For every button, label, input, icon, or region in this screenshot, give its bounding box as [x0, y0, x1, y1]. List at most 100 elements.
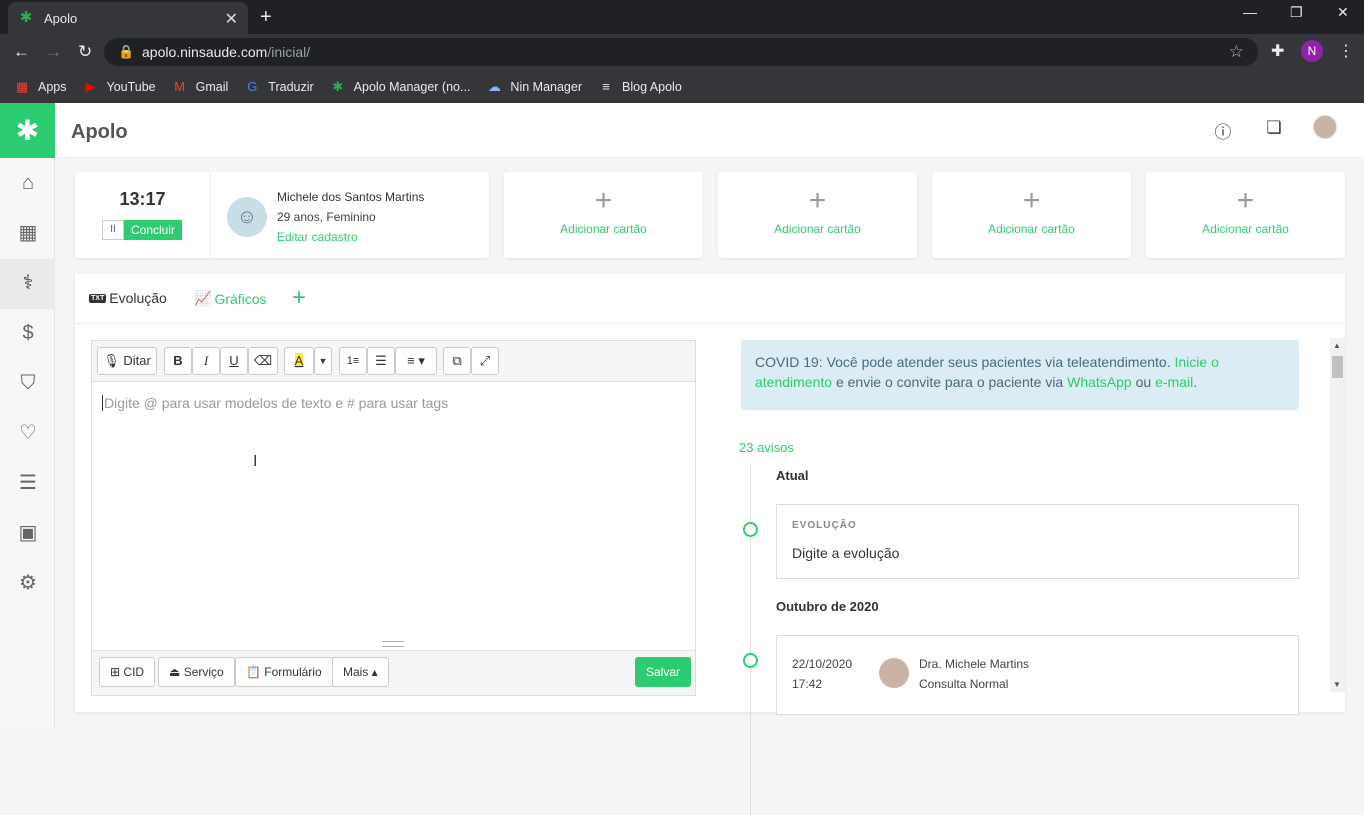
app-brand: Apolo — [71, 121, 128, 143]
eraser-icon[interactable]: ⌫ — [248, 347, 278, 375]
minimize-icon[interactable]: — — [1243, 4, 1257, 20]
extensions-icon[interactable]: ✚ — [1271, 41, 1284, 61]
consult-type: Consulta Normal — [919, 677, 1009, 691]
align-dropdown-icon[interactable]: ≡ ▾ — [395, 347, 437, 375]
template-icon[interactable]: ⧉ — [443, 347, 471, 375]
heart-pulse-icon[interactable]: ♡ — [16, 421, 40, 445]
form-label: Formulário — [264, 665, 322, 679]
pause-button[interactable]: II — [102, 220, 124, 240]
apolo-favicon-icon: ✱ — [19, 9, 33, 26]
bookmark-item[interactable]: G Traduzir — [244, 79, 313, 94]
shopping-bag-icon[interactable]: ⛉ — [16, 371, 40, 395]
calendar-icon[interactable]: ▦ — [16, 221, 40, 245]
bookmark-item[interactable]: ≡ Blog Apolo — [598, 79, 682, 94]
document-list-icon[interactable]: ☰ — [16, 471, 40, 495]
bookmark-item[interactable]: ✱ Apolo Manager (no... — [330, 79, 470, 94]
more-button[interactable]: Mais ▴ — [332, 657, 389, 687]
tab-graficos[interactable]: 📈 Gráficos — [194, 290, 267, 307]
timeline-line — [750, 464, 751, 815]
scroll-down-icon[interactable]: ▼ — [1333, 680, 1341, 689]
patient-card: 13:17 II Concluir ☺ Michele dos Santos M… — [75, 172, 489, 258]
add-card-4[interactable]: + Adicionar cartão — [1146, 172, 1345, 258]
fullscreen-icon[interactable]: ⤢ — [471, 347, 499, 375]
vertical-scrollbar[interactable]: ▲ ▼ — [1330, 338, 1345, 692]
history-entry-card[interactable]: 22/10/2020 17:42 Dra. Michele Martins Co… — [776, 635, 1299, 715]
youtube-icon: ▶ — [85, 78, 96, 94]
add-card-2[interactable]: + Adicionar cartão — [718, 172, 917, 258]
add-card-label: Adicionar cartão — [988, 222, 1075, 236]
bookmark-label: YouTube — [106, 79, 156, 94]
email-link[interactable]: e-mail — [1155, 374, 1193, 390]
clock-time: 13:17 — [119, 189, 166, 209]
bookmark-item[interactable]: ▦ Apps — [14, 79, 67, 94]
warnings-link[interactable]: 23 avisos — [739, 440, 794, 455]
url-domain: apolo.ninsaude.com — [142, 44, 268, 60]
covid-text-4: . — [1193, 374, 1198, 390]
covid-notice: COVID 19: Você pode atender seus pacient… — [741, 340, 1299, 410]
scroll-thumb[interactable] — [1332, 356, 1343, 378]
new-tab-icon[interactable]: + — [260, 6, 272, 29]
service-button[interactable]: ⏏ Serviço — [158, 657, 235, 687]
window-close-icon[interactable]: ✕ — [1337, 4, 1349, 21]
highlight-color-icon[interactable]: A — [284, 347, 314, 375]
evolution-entry-card[interactable]: EVOLUÇÃO Digite a evolução — [776, 504, 1299, 579]
bookmark-item[interactable]: M Gmail — [172, 79, 229, 94]
back-icon[interactable]: ← — [13, 42, 30, 62]
bookmark-item[interactable]: ☁ Nin Manager — [486, 79, 582, 94]
ordered-list-icon[interactable]: 1≡ — [339, 347, 367, 375]
profile-avatar[interactable]: N — [1301, 40, 1323, 62]
chat-icon[interactable]: ❏ — [1263, 118, 1285, 140]
finish-button[interactable]: Concluir — [124, 220, 182, 240]
restore-icon[interactable]: ❐ — [1290, 4, 1303, 21]
bookmark-item[interactable]: ▶ YouTube — [83, 78, 156, 94]
bullet-list-icon[interactable]: ☰ — [367, 347, 395, 375]
editor-input[interactable]: Digite @ para usar modelos de texto e # … — [102, 395, 448, 411]
bookmark-star-icon[interactable]: ☆ — [1229, 42, 1244, 62]
plus-icon: + — [594, 184, 613, 217]
evolution-label: EVOLUÇÃO — [792, 520, 857, 531]
form-button[interactable]: 📋 Formulário — [235, 657, 333, 687]
history-doctor: Dra. Michele Martins Consulta Normal — [919, 654, 1029, 694]
italic-icon[interactable]: I — [192, 347, 220, 375]
underline-icon[interactable]: U — [220, 347, 248, 375]
doctor-name: Dra. Michele Martins — [919, 657, 1030, 671]
bookmark-label: Gmail — [195, 79, 229, 94]
tab-graficos-label: Gráficos — [214, 290, 267, 307]
help-icon[interactable]: ⓘ — [1212, 118, 1234, 142]
dictate-button[interactable]: 🎙 Ditar — [97, 347, 157, 375]
apolo-logo-icon[interactable]: ✱ — [0, 103, 55, 158]
scroll-up-icon[interactable]: ▲ — [1333, 341, 1341, 350]
history-time: 17:42 — [792, 677, 823, 691]
user-avatar[interactable] — [1313, 115, 1337, 139]
tab-evolucao[interactable]: TXT Evolução — [89, 290, 167, 306]
main-panel: TXT Evolução 📈 Gráficos + 🎙 Ditar B I U … — [75, 274, 1345, 815]
reload-icon[interactable]: ↻ — [78, 42, 92, 62]
save-button[interactable]: Salvar — [635, 657, 691, 687]
section-current: Atual — [776, 468, 809, 483]
chrome-menu-icon[interactable]: ⋮ — [1338, 41, 1354, 61]
stethoscope-icon[interactable]: ⚕ — [16, 271, 40, 295]
browser-tab[interactable]: ✱ Apolo ✕ — [8, 2, 248, 34]
forward-icon[interactable]: → — [45, 42, 62, 62]
patient-info: 29 anos, Feminino — [277, 210, 376, 224]
home-icon[interactable]: ⌂ — [16, 171, 40, 195]
add-card-1[interactable]: + Adicionar cartão — [504, 172, 703, 258]
edit-patient-link[interactable]: Editar cadastro — [277, 230, 358, 244]
whatsapp-link[interactable]: WhatsApp — [1067, 374, 1132, 390]
text-cursor-icon: I — [253, 453, 258, 470]
add-card-label: Adicionar cartão — [1202, 222, 1289, 236]
add-card-3[interactable]: + Adicionar cartão — [932, 172, 1131, 258]
settings-gear-icon[interactable]: ⚙ — [16, 571, 40, 595]
timeline-panel: COVID 19: Você pode atender seus pacient… — [739, 340, 1334, 815]
highlight-dropdown-icon[interactable]: ▼ — [314, 347, 332, 375]
covid-text-2: e envie o convite para o paciente via — [832, 374, 1068, 390]
dollar-icon[interactable]: $ — [16, 321, 40, 345]
bold-icon[interactable]: B — [164, 347, 192, 375]
url-bar[interactable]: 🔒 apolo.ninsaude.com/inicial/ ☆ — [104, 38, 1258, 66]
cid-button[interactable]: ⊞ CID — [99, 657, 156, 687]
resize-grip-icon[interactable] — [382, 641, 404, 647]
dashboard-icon[interactable]: ▣ — [16, 521, 40, 545]
add-tab-button[interactable]: + — [292, 284, 306, 312]
plus-icon: + — [1022, 184, 1041, 217]
close-tab-icon[interactable]: ✕ — [225, 9, 238, 29]
